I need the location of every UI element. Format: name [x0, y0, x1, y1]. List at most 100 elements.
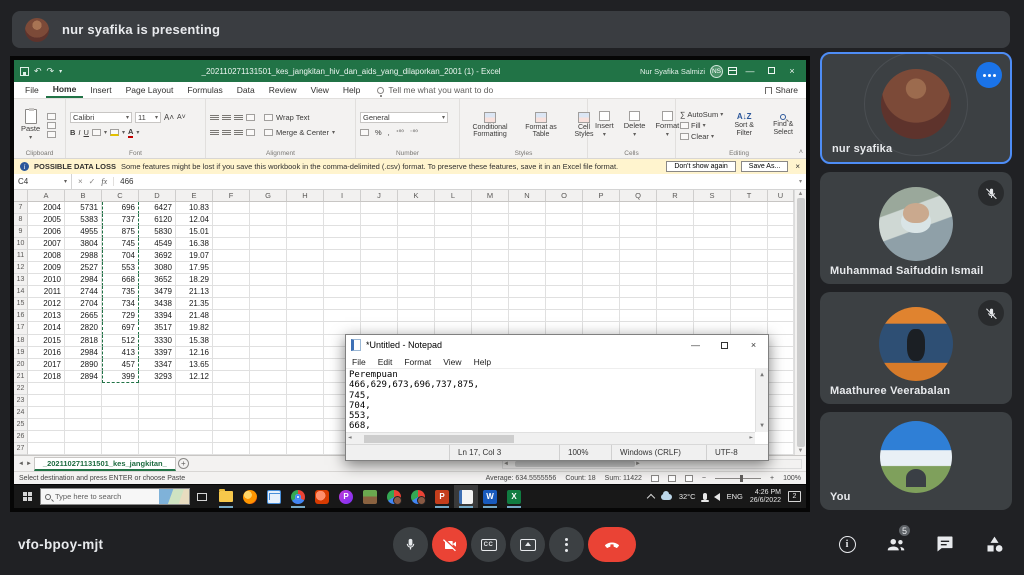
cell-S7[interactable]	[694, 202, 731, 214]
cell-N13[interactable]	[509, 274, 546, 286]
sort-filter-button[interactable]: A↓Z Sort & Filter	[727, 102, 761, 148]
cell-J8[interactable]	[361, 214, 398, 226]
more-options-button[interactable]	[549, 527, 584, 562]
cell-U10[interactable]	[768, 238, 794, 250]
cell-Q14[interactable]	[620, 286, 657, 298]
cell-C13[interactable]: 668	[102, 274, 139, 286]
cell-S15[interactable]	[694, 298, 731, 310]
cell-Q10[interactable]	[620, 238, 657, 250]
cell-O11[interactable]	[546, 250, 583, 262]
name-box[interactable]: C4▾	[14, 174, 72, 189]
cell-H10[interactable]	[287, 238, 324, 250]
cell-C12[interactable]: 553	[102, 262, 139, 274]
tray-mic-icon[interactable]	[703, 493, 707, 500]
excel-tab-review[interactable]: Review	[262, 83, 304, 97]
cell-D18[interactable]: 3330	[139, 335, 176, 347]
present-button[interactable]	[510, 527, 545, 562]
align-top-icon[interactable]	[210, 114, 219, 121]
excel-close-button[interactable]: ×	[784, 66, 800, 76]
cell-Q13[interactable]	[620, 274, 657, 286]
cell-U8[interactable]	[768, 214, 794, 226]
cell-D22[interactable]	[139, 383, 176, 395]
cell-G26[interactable]	[250, 431, 287, 443]
column-header-C[interactable]: C	[102, 190, 139, 201]
zoom-slider[interactable]	[715, 478, 761, 479]
cell-F23[interactable]	[213, 395, 250, 407]
cell-B24[interactable]	[65, 407, 102, 419]
cell-J15[interactable]	[361, 298, 398, 310]
taskbar-app-notepad[interactable]	[454, 485, 478, 508]
cell-G27[interactable]	[250, 443, 287, 455]
cell-G19[interactable]	[250, 347, 287, 359]
save-as-button[interactable]: Save As...	[741, 161, 789, 172]
cell-S9[interactable]	[694, 226, 731, 238]
cell-H27[interactable]	[287, 443, 324, 455]
cell-E9[interactable]: 15.01	[176, 226, 213, 238]
cell-U21[interactable]	[768, 371, 794, 383]
row-header-20[interactable]: 20	[14, 359, 28, 371]
column-header-A[interactable]: A	[28, 190, 65, 201]
cell-A17[interactable]: 2014	[28, 322, 65, 334]
meeting-details-button[interactable]: i	[835, 532, 859, 556]
cell-B25[interactable]	[65, 419, 102, 431]
conditional-formatting-button[interactable]: Conditional Formatting	[464, 102, 516, 148]
column-header-N[interactable]: N	[509, 190, 546, 201]
cell-N8[interactable]	[509, 214, 546, 226]
weather-cloud-icon[interactable]	[661, 494, 672, 500]
cell-D16[interactable]: 3394	[139, 310, 176, 322]
fill-button[interactable]: Fill▾	[680, 121, 723, 130]
cell-H22[interactable]	[287, 383, 324, 395]
cell-G7[interactable]	[250, 202, 287, 214]
cell-I14[interactable]	[324, 286, 361, 298]
taskbar-search-box[interactable]: Type here to search	[40, 488, 190, 505]
scroll-down-icon[interactable]: ▼	[798, 448, 804, 454]
cell-M15[interactable]	[472, 298, 509, 310]
cell-D12[interactable]: 3080	[139, 262, 176, 274]
cell-J13[interactable]	[361, 274, 398, 286]
cell-U22[interactable]	[768, 383, 794, 395]
cell-U14[interactable]	[768, 286, 794, 298]
vscroll-thumb[interactable]	[797, 198, 805, 447]
cell-R16[interactable]	[657, 310, 694, 322]
cell-H21[interactable]	[287, 371, 324, 383]
cell-I11[interactable]	[324, 250, 361, 262]
cell-U11[interactable]	[768, 250, 794, 262]
qat-dropdown-icon[interactable]: ▾	[59, 68, 62, 75]
cell-E19[interactable]: 12.16	[176, 347, 213, 359]
cell-Q11[interactable]	[620, 250, 657, 262]
notepad-menu-edit[interactable]: Edit	[372, 357, 399, 367]
cell-H13[interactable]	[287, 274, 324, 286]
column-header-R[interactable]: R	[657, 190, 694, 201]
cell-E21[interactable]: 12.12	[176, 371, 213, 383]
cell-F19[interactable]	[213, 347, 250, 359]
cell-H8[interactable]	[287, 214, 324, 226]
cell-C14[interactable]: 735	[102, 286, 139, 298]
taskbar-app-minecraft[interactable]	[358, 485, 382, 508]
cell-H12[interactable]	[287, 262, 324, 274]
cell-N7[interactable]	[509, 202, 546, 214]
cell-D20[interactable]: 3347	[139, 359, 176, 371]
cell-B11[interactable]: 2988	[65, 250, 102, 262]
cell-E16[interactable]: 21.48	[176, 310, 213, 322]
column-header-E[interactable]: E	[176, 190, 213, 201]
cell-E23[interactable]	[176, 395, 213, 407]
column-header-F[interactable]: F	[213, 190, 250, 201]
cell-B15[interactable]: 2704	[65, 298, 102, 310]
number-format-combo[interactable]: General▾	[360, 112, 448, 123]
cell-O15[interactable]	[546, 298, 583, 310]
formula-expand-icon[interactable]: ▾	[799, 178, 806, 185]
cell-J12[interactable]	[361, 262, 398, 274]
cell-Q12[interactable]	[620, 262, 657, 274]
cell-A8[interactable]: 2005	[28, 214, 65, 226]
cell-U18[interactable]	[768, 335, 794, 347]
cell-R12[interactable]	[657, 262, 694, 274]
participant-tile-muhammad-saifuddin[interactable]: Muhammad Saifuddin Ismail	[820, 172, 1012, 284]
cell-U26[interactable]	[768, 431, 794, 443]
cell-C25[interactable]	[102, 419, 139, 431]
cell-Q15[interactable]	[620, 298, 657, 310]
cell-L17[interactable]	[435, 322, 472, 334]
cell-U19[interactable]	[768, 347, 794, 359]
cell-A20[interactable]: 2017	[28, 359, 65, 371]
zoom-in-icon[interactable]: +	[770, 475, 774, 482]
cell-L11[interactable]	[435, 250, 472, 262]
